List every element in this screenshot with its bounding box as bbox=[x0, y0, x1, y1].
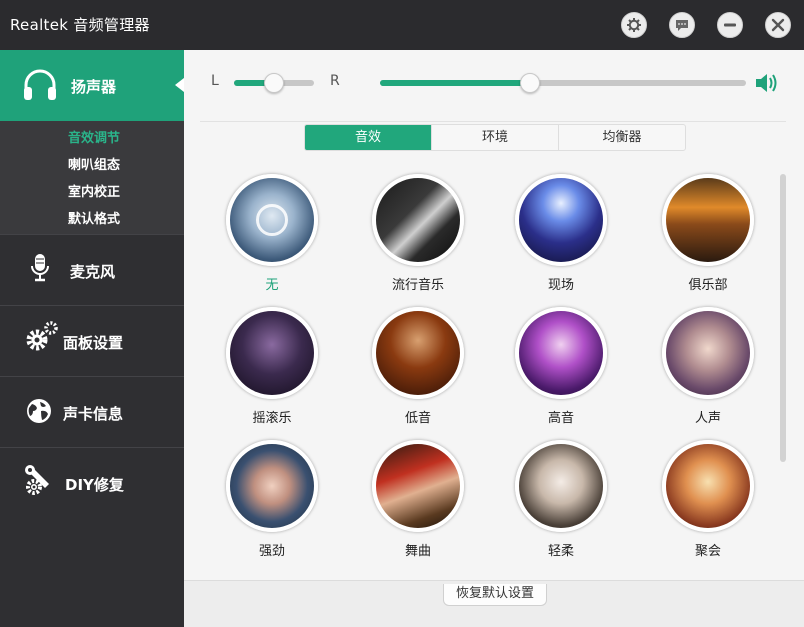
preset-label: 现场 bbox=[547, 278, 574, 293]
tab-equalizer[interactable]: 均衡器 bbox=[559, 125, 685, 150]
speaker-subnav: 音效调节 喇叭组态 室内校正 默认格式 bbox=[0, 121, 184, 234]
preset-party-thumbnail bbox=[662, 440, 754, 532]
footer-bar: 恢复默认设置 bbox=[184, 580, 804, 627]
preset-bass[interactable]: 低音 bbox=[357, 303, 477, 428]
preset-club-thumbnail bbox=[662, 174, 754, 266]
balance-left-label: L bbox=[211, 73, 219, 89]
preset-label: 人声 bbox=[694, 411, 721, 426]
chat-bubble-icon bbox=[676, 20, 688, 31]
preset-label: 舞曲 bbox=[404, 544, 431, 559]
main-panel: L R 音效 环境 均衡器 无 流行音乐 现场 俱乐部 摇滚乐 低音 高音 人声… bbox=[184, 50, 804, 627]
preset-dance[interactable]: 舞曲 bbox=[357, 436, 477, 561]
gear-icon bbox=[627, 18, 641, 32]
preset-label: 轻柔 bbox=[547, 544, 574, 559]
preset-treble-thumbnail bbox=[515, 307, 607, 399]
close-icon bbox=[771, 18, 785, 32]
preset-club[interactable]: 俱乐部 bbox=[647, 170, 767, 295]
nav-microphone[interactable]: 麦克风 bbox=[0, 234, 184, 305]
nav-card-info-label: 声卡信息 bbox=[63, 405, 124, 423]
preset-dance-thumbnail bbox=[372, 440, 464, 532]
preset-vocal[interactable]: 人声 bbox=[647, 303, 767, 428]
minus-icon bbox=[724, 23, 736, 27]
preset-vocal-thumbnail bbox=[662, 307, 754, 399]
preset-live[interactable]: 现场 bbox=[500, 170, 620, 295]
preset-soft-thumbnail bbox=[515, 440, 607, 532]
subnav-default-format[interactable]: 默认格式 bbox=[68, 208, 120, 227]
preset-label: 低音 bbox=[404, 411, 431, 426]
nav-diy-repair[interactable]: DIY修复 bbox=[0, 447, 184, 518]
preset-soft[interactable]: 轻柔 bbox=[500, 436, 620, 561]
subnav-sound-effects[interactable]: 音效调节 bbox=[68, 127, 120, 146]
speaker-volume-icon[interactable] bbox=[754, 72, 780, 94]
restore-defaults-button[interactable]: 恢复默认设置 bbox=[443, 584, 547, 606]
active-indicator bbox=[175, 78, 184, 92]
preset-label: 无 bbox=[265, 278, 279, 293]
microphone-icon bbox=[31, 254, 49, 282]
preset-none[interactable]: 无 bbox=[211, 170, 331, 295]
preset-grid: 无 流行音乐 现场 俱乐部 摇滚乐 低音 高音 人声 强劲 舞曲 轻柔 聚会 bbox=[184, 170, 784, 575]
subnav-room-correction[interactable]: 室内校正 bbox=[68, 181, 120, 200]
sidebar: 扬声器 音效调节 喇叭组态 室内校正 默认格式 麦克风 面板设置 声卡信息 DI… bbox=[0, 50, 184, 627]
balance-right-label: R bbox=[330, 73, 340, 89]
nav-diy-repair-label: DIY修复 bbox=[65, 476, 124, 494]
subnav-speaker-config[interactable]: 喇叭组态 bbox=[68, 154, 120, 173]
preset-label: 高音 bbox=[547, 411, 574, 426]
effect-tabs: 音效 环境 均衡器 bbox=[304, 124, 686, 151]
volume-slider[interactable] bbox=[380, 80, 746, 86]
globe-icon bbox=[27, 399, 51, 423]
preset-powerful-thumbnail bbox=[226, 440, 318, 532]
gears-icon bbox=[26, 321, 58, 351]
nav-speakers-label: 扬声器 bbox=[71, 78, 117, 96]
preset-label: 聚会 bbox=[694, 544, 721, 559]
scrollbar[interactable] bbox=[780, 174, 786, 462]
preset-live-thumbnail bbox=[515, 174, 607, 266]
tab-sound-effects[interactable]: 音效 bbox=[305, 125, 432, 150]
tab-environment[interactable]: 环境 bbox=[432, 125, 559, 150]
balance-slider-thumb[interactable] bbox=[264, 73, 284, 93]
wrench-gear-icon bbox=[25, 465, 49, 495]
nav-panel-settings[interactable]: 面板设置 bbox=[0, 305, 184, 376]
preset-label: 强劲 bbox=[258, 544, 285, 559]
volume-fill bbox=[380, 80, 531, 86]
preset-rock[interactable]: 摇滚乐 bbox=[211, 303, 331, 428]
headphones-icon bbox=[24, 69, 56, 100]
nav-card-info[interactable]: 声卡信息 bbox=[0, 376, 184, 447]
title-bar: Realtek 音频管理器 bbox=[0, 0, 804, 50]
nav-microphone-label: 麦克风 bbox=[70, 263, 116, 281]
minimize-button[interactable] bbox=[717, 12, 743, 38]
preset-party[interactable]: 聚会 bbox=[647, 436, 767, 561]
preset-rock-thumbnail bbox=[226, 307, 318, 399]
preset-powerful[interactable]: 强劲 bbox=[211, 436, 331, 561]
preset-none-thumbnail bbox=[226, 174, 318, 266]
divider bbox=[200, 121, 786, 122]
preset-treble[interactable]: 高音 bbox=[500, 303, 620, 428]
feedback-button[interactable] bbox=[669, 12, 695, 38]
nav-panel-settings-label: 面板设置 bbox=[63, 334, 124, 352]
preset-label: 流行音乐 bbox=[391, 278, 444, 293]
window-title: Realtek 音频管理器 bbox=[10, 16, 150, 34]
volume-slider-thumb[interactable] bbox=[520, 73, 541, 93]
preset-pop[interactable]: 流行音乐 bbox=[357, 170, 477, 295]
preset-bass-thumbnail bbox=[372, 307, 464, 399]
preset-label: 摇滚乐 bbox=[252, 411, 292, 426]
nav-speakers[interactable]: 扬声器 bbox=[0, 50, 184, 121]
settings-button[interactable] bbox=[621, 12, 647, 38]
preset-label: 俱乐部 bbox=[688, 278, 728, 293]
close-button[interactable] bbox=[765, 12, 791, 38]
preset-pop-thumbnail bbox=[372, 174, 464, 266]
